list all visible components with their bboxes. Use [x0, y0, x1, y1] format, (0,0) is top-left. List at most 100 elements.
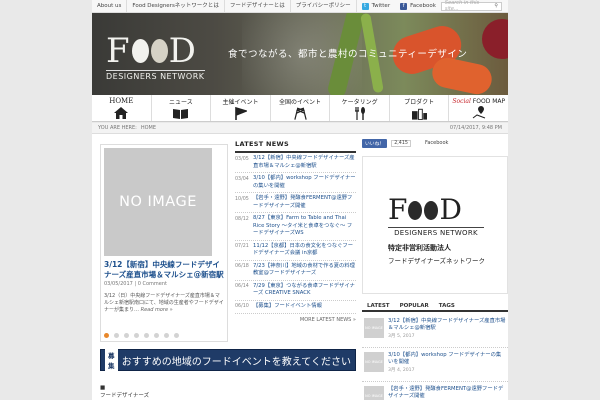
- products-icon: [411, 107, 427, 120]
- news-title-link[interactable]: 7/29【東京】つながる食卓フードデザイナーズ CREATIVE SNACK: [253, 283, 356, 298]
- more-latest-news-link[interactable]: MORE LATEST NEWS »: [235, 317, 356, 323]
- main-nav: HOME ニュース 主催イベント 全国のイベント ケータリング プロダクト So…: [92, 95, 508, 122]
- read-more-link[interactable]: Read more »: [141, 307, 173, 313]
- news-date: 06/10: [235, 304, 249, 309]
- sidebar-item-title[interactable]: 3/12【新宿】中央線フードデザイナーズ産直市場＆マルシェ@新宿駅: [388, 318, 506, 332]
- news-title-link[interactable]: 8/27【東京】Farm to Table and Thai Rice Stor…: [253, 215, 356, 238]
- sidebar-list-item: NO IMAGE【岩手・遠野】発酵食FERMENT@遠野フードデザイナーズ開催1…: [362, 382, 508, 400]
- news-row: 03/04 3/10【都内】workshop フードデザイナーの集いを開催: [235, 173, 356, 193]
- facebook-like-count: 2,415: [391, 139, 411, 147]
- breadcrumb-home[interactable]: HOME: [141, 125, 156, 131]
- nav-item-events[interactable]: 主催イベント: [211, 95, 271, 121]
- sidebar-thumbnail[interactable]: NO IMAGE: [364, 318, 384, 338]
- nav-label-main: FOOD MAP: [472, 97, 506, 105]
- sidebar-thumbnail[interactable]: NO IMAGE: [364, 352, 384, 372]
- nav-item-products[interactable]: プロダクト: [390, 95, 450, 121]
- latest-news: LATEST NEWS 03/05 3/12【新宿】中央線フードデザイナーズ産直市…: [235, 140, 356, 323]
- sidebar-logo-org-name: フードデザイナーズネットワーク: [388, 257, 486, 265]
- featured-excerpt: 3/12（日）中央線フードデザイナーズ産直市場＆マルシェ新宿駅南口にて、地域の生…: [104, 293, 224, 314]
- sidebar-list-item: NO IMAGE 3/10【都内】workshop フードデザイナーの集いを開催 3…: [362, 348, 508, 382]
- top-link-network[interactable]: Food Designersネットワークとは: [127, 0, 225, 13]
- slider-dots: [104, 333, 179, 338]
- news-title-link[interactable]: 3/10【都内】workshop フードデザイナーの集いを開催: [253, 175, 356, 190]
- sidebar-thumbnail[interactable]: NO IMAGE: [364, 386, 384, 400]
- news-title-link[interactable]: 【募集】フードイベント情報: [253, 303, 322, 311]
- news-title-link[interactable]: 3/12【新宿】中央線フードデザイナーズ産直市場＆マルシェ@新宿駅: [253, 155, 356, 170]
- event-request-banner[interactable]: 募集 おすすめの地域のフードイベントを教えてください: [100, 349, 356, 371]
- radish-image: [482, 19, 508, 59]
- sidebar-logo-word: F D: [388, 195, 462, 225]
- slider-dot[interactable]: [164, 333, 169, 338]
- facebook-like-button[interactable]: いいね！: [362, 138, 388, 148]
- carrot-image: [429, 55, 495, 95]
- flags-icon: [293, 107, 308, 120]
- logo-seed-icon: [150, 39, 168, 63]
- top-link-designer[interactable]: フードデザイナーとは: [225, 0, 291, 13]
- header-banner: F D DESIGNERS NETWORK 食でつながる、都市と農村のコミュニテ…: [92, 13, 508, 95]
- featured-title[interactable]: 3/12【新宿】中央線フードデザイナーズ産直市場＆マルシェ@新宿駅: [104, 260, 224, 279]
- twitter-icon: t: [361, 2, 369, 10]
- lower-section: ■ フードデザイナーズ: [100, 384, 149, 400]
- top-link-privacy[interactable]: プライバシーポリシー: [291, 0, 357, 13]
- tab-popular[interactable]: POPULAR: [395, 300, 434, 310]
- logo-seed-icon: [131, 39, 149, 63]
- news-title-link[interactable]: 7/23【神奈川】地域の食材で作る夏の料理教室@フードデザイナーズ: [253, 263, 356, 278]
- news-date: 07/21: [235, 244, 249, 249]
- sidebar-item-title[interactable]: 【岩手・遠野】発酵食FERMENT@遠野フードデザイナーズ開催: [388, 386, 506, 400]
- sidebar-item-date: 3月 4, 2017: [388, 368, 415, 373]
- facebook-page-link[interactable]: Facebook: [425, 140, 449, 146]
- flag-icon: [233, 106, 248, 120]
- top-link-about[interactable]: About us: [92, 0, 128, 13]
- logo-seed-icon: [424, 200, 439, 220]
- twitter-label: Twitter: [371, 3, 391, 9]
- facebook-label: Facebook: [410, 3, 436, 9]
- lower-bullet: ■: [100, 385, 106, 391]
- slider-dot[interactable]: [174, 333, 179, 338]
- sidebar-logo-banner[interactable]: F D DESIGNERS NETWORK 特定非営利活動法人 フードデザイナー…: [362, 156, 508, 294]
- latest-news-list: 03/05 3/12【新宿】中央線フードデザイナーズ産直市場＆マルシェ@新宿駅 03…: [235, 153, 356, 314]
- facebook-like-box: いいね！ 2,415 Facebook: [362, 138, 508, 148]
- lower-heading: フードデザイナーズ: [100, 393, 150, 399]
- news-title-link[interactable]: 【岩手・遠野】発酵食FERMENT@遠野フードデザイナーズ開催: [253, 195, 356, 210]
- logo-letter-f: F: [388, 193, 408, 226]
- nav-label: ニュース: [169, 98, 193, 106]
- news-date: 03/05: [235, 156, 249, 162]
- nav-item-news[interactable]: ニュース: [152, 95, 212, 121]
- slider-dot[interactable]: [134, 333, 139, 338]
- slider-dot[interactable]: [104, 333, 109, 338]
- logo-subtitle: DESIGNERS NETWORK: [106, 70, 205, 81]
- search-icon[interactable]: ⚲: [494, 3, 498, 9]
- featured-comments[interactable]: 0 Comment: [138, 281, 167, 287]
- house-icon: [114, 106, 129, 119]
- tab-latest[interactable]: LATEST: [362, 300, 395, 310]
- nav-item-catering[interactable]: ケータリング: [330, 95, 390, 121]
- search-input[interactable]: Search in this site... ⚲: [440, 0, 502, 12]
- slider-dot[interactable]: [154, 333, 159, 338]
- sidebar-logo-org-type: 特定非営利活動法人: [388, 244, 451, 252]
- nav-label: ケータリング: [341, 98, 378, 106]
- logo-letter-d: D: [168, 31, 197, 71]
- twitter-link[interactable]: t Twitter: [357, 2, 395, 10]
- slider-dot[interactable]: [144, 333, 149, 338]
- book-icon: [173, 107, 189, 120]
- nav-label: プロダクト: [404, 98, 435, 106]
- site-logo[interactable]: F D DESIGNERS NETWORK: [106, 33, 205, 81]
- page-background-right: [508, 0, 600, 400]
- news-title-link[interactable]: 11/12【京都】日本の食文化をつなぐフードデザイナーズ会議 in京都: [253, 243, 356, 258]
- tab-tags[interactable]: TAGS: [434, 300, 460, 310]
- sidebar-item-title[interactable]: 3/10【都内】workshop フードデザイナーの集いを開催: [388, 352, 506, 366]
- slider-dot[interactable]: [114, 333, 119, 338]
- slider-dot[interactable]: [124, 333, 129, 338]
- event-request-text: おすすめの地域のフードイベントを教えてください: [121, 356, 351, 368]
- nav-item-national-events[interactable]: 全国のイベント: [271, 95, 331, 121]
- current-datetime: 07/14/2017, 9:48 PM: [449, 125, 502, 131]
- nav-label-prefix: Social: [452, 97, 471, 105]
- nav-item-home[interactable]: HOME: [92, 95, 152, 121]
- featured-image[interactable]: NO IMAGE: [104, 148, 212, 256]
- nav-item-food-map[interactable]: Social FOOD MAP: [449, 95, 508, 121]
- news-row: 03/05 3/12【新宿】中央線フードデザイナーズ産直市場＆マルシェ@新宿駅: [235, 153, 356, 173]
- logo-seed-icon: [408, 200, 423, 220]
- facebook-link[interactable]: f Facebook: [395, 2, 441, 10]
- news-row: 06/18 7/23【神奈川】地域の食材で作る夏の料理教室@フードデザイナーズ: [235, 261, 356, 281]
- sidebar-item-date: 3月 5, 2017: [388, 334, 415, 339]
